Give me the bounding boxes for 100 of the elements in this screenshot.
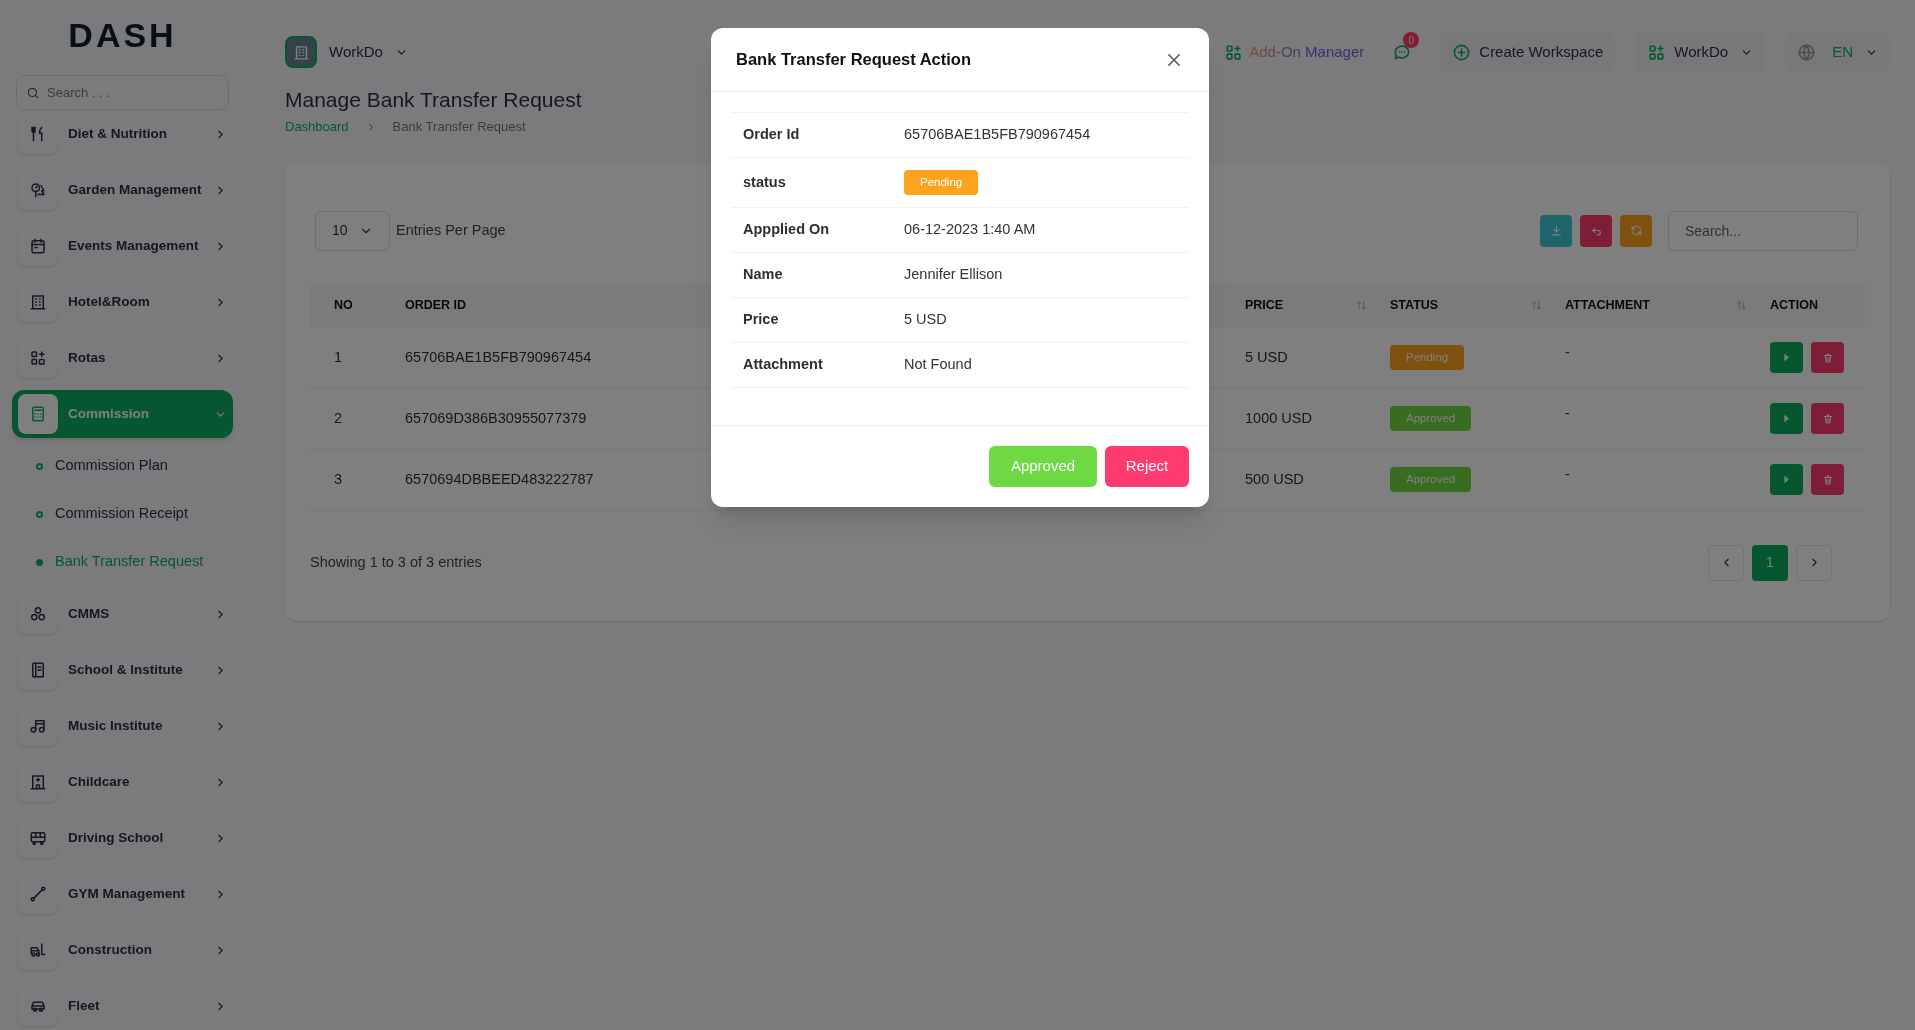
- plus-circle-icon: [1452, 42, 1472, 62]
- calculator-icon: [29, 405, 47, 423]
- table-cell-text: -: [1564, 342, 1571, 362]
- bullet-icon: [36, 558, 43, 566]
- table-cell-text: 500 USD: [1244, 469, 1305, 489]
- column-header[interactable]: ACTION: [1770, 295, 1818, 315]
- notification-badge: 0: [1403, 32, 1420, 48]
- entries-label: Entries Per Page: [396, 220, 506, 240]
- field-value: Not Found: [904, 355, 972, 375]
- building-icon: [292, 43, 310, 61]
- field-value: Jennifer Ellison: [904, 265, 1003, 285]
- line-icon: [29, 885, 47, 903]
- grid-plus-icon: [1224, 42, 1244, 62]
- sidebar-item[interactable]: Hotel&Room: [12, 278, 233, 326]
- sidebar-item[interactable]: Rotas: [12, 334, 233, 382]
- refresh-button[interactable]: [1620, 214, 1652, 247]
- circles-icon: [29, 605, 47, 623]
- sidebar-item[interactable]: GYM Management: [12, 870, 233, 918]
- sidebar-item[interactable]: Fleet: [12, 982, 233, 1030]
- trash-icon: [1821, 412, 1834, 425]
- grid-plus-icon: [29, 349, 47, 367]
- sidebar-item[interactable]: Commission: [12, 390, 233, 438]
- tree-icon: [29, 181, 47, 199]
- field-label: status: [743, 172, 787, 192]
- delete-button[interactable]: [1811, 403, 1844, 434]
- reject-button[interactable]: Reject: [1105, 446, 1189, 487]
- undo-button[interactable]: [1580, 214, 1612, 247]
- trash-icon: [1821, 473, 1834, 486]
- page-button[interactable]: 1: [1752, 544, 1788, 581]
- column-header[interactable]: ATTACHMENT: [1565, 295, 1650, 315]
- refresh-icon: [1629, 224, 1643, 237]
- status-badge: Pending: [1390, 344, 1465, 371]
- workspace-menu[interactable]: WorkDo: [1635, 32, 1766, 72]
- download-icon: [1549, 224, 1563, 237]
- sort-icon: [1531, 299, 1542, 311]
- forklift-icon: [29, 941, 47, 959]
- search-icon: [26, 86, 40, 100]
- field-label: Appplied On: [743, 220, 831, 240]
- calendar-icon: [29, 237, 47, 255]
- field-label: Price: [743, 310, 780, 330]
- sidebar-item[interactable]: School & Institute: [12, 646, 233, 694]
- sort-icon: [1356, 299, 1367, 311]
- table-cell-text: 3: [333, 469, 344, 489]
- sidebar-item[interactable]: Construction: [12, 926, 233, 974]
- delete-button[interactable]: [1811, 464, 1844, 495]
- table-cell-text: 5 USD: [1244, 347, 1289, 367]
- globe-icon: [1797, 42, 1817, 62]
- column-header[interactable]: ORDER ID: [405, 295, 467, 315]
- column-header[interactable]: STATUS: [1390, 295, 1439, 315]
- status-badge: Approved: [1390, 405, 1472, 432]
- table-cell-text: 6570694DBBEED483222787: [404, 469, 595, 489]
- search-field[interactable]: Search . . .: [16, 75, 229, 110]
- workspace-switcher[interactable]: WorkDo: [285, 36, 408, 68]
- delete-button[interactable]: [1811, 342, 1844, 373]
- view-button[interactable]: [1770, 464, 1803, 495]
- sidebar-item[interactable]: Events Management: [12, 222, 233, 270]
- field-label: Name: [743, 265, 784, 285]
- play-icon: [1781, 413, 1792, 424]
- bullet-icon: [36, 510, 43, 518]
- sidebar-item[interactable]: Diet & Nutrition: [12, 110, 233, 158]
- entries-select[interactable]: 10: [315, 210, 390, 251]
- page-title: Manage Bank Transfer Request: [285, 87, 583, 113]
- building-icon: [29, 773, 47, 791]
- table-search-field[interactable]: Search...: [1668, 210, 1858, 251]
- column-header[interactable]: PRICE: [1245, 295, 1284, 315]
- table-cell-text: -: [1564, 403, 1571, 423]
- sidebar-item[interactable]: Garden Management: [12, 166, 233, 214]
- sidebar-item[interactable]: Childcare: [12, 758, 233, 806]
- field-label: Attachment: [743, 355, 824, 375]
- previous-page-button[interactable]: [1708, 544, 1744, 581]
- music-note-icon: [29, 717, 47, 735]
- sidebar-item[interactable]: CMMS: [12, 590, 233, 638]
- bullet-icon: [36, 462, 43, 470]
- sort-icon: [1736, 299, 1747, 311]
- next-page-button[interactable]: [1796, 544, 1832, 581]
- entries-summary: Showing 1 to 3 of 3 entries: [310, 552, 482, 572]
- submenu-item[interactable]: Commission Plan: [12, 446, 233, 486]
- grid-plus-icon: [1647, 42, 1667, 62]
- table-cell-text: 2: [333, 408, 344, 428]
- table-cell-text: -: [1564, 464, 1571, 484]
- play-icon: [1781, 474, 1792, 485]
- breadcrumb-current: Bank Transfer Request: [392, 118, 526, 136]
- download-button[interactable]: [1540, 214, 1572, 247]
- table-cell-text: 657069D386B30955077379: [404, 408, 588, 428]
- table-cell-text: 65706BAE1B5FB790967454: [404, 347, 593, 367]
- view-button[interactable]: [1770, 342, 1803, 373]
- sidebar-item[interactable]: Driving School: [12, 814, 233, 862]
- book-icon: [29, 661, 47, 679]
- status-badge: Pending: [904, 169, 979, 196]
- view-button[interactable]: [1770, 403, 1803, 434]
- modal-title: Bank Transfer Request Action: [736, 49, 972, 71]
- column-header[interactable]: NO: [334, 295, 353, 315]
- status-badge: Approved: [1390, 466, 1472, 493]
- play-icon: [1781, 352, 1792, 363]
- table-cell-text: 1000 USD: [1244, 408, 1313, 428]
- submenu-item[interactable]: Commission Receipt: [12, 494, 233, 534]
- sidebar-item[interactable]: Music Institute: [12, 702, 233, 750]
- field-label: Order Id: [743, 125, 801, 145]
- logo: DASH: [68, 15, 177, 56]
- trash-icon: [1821, 351, 1834, 364]
